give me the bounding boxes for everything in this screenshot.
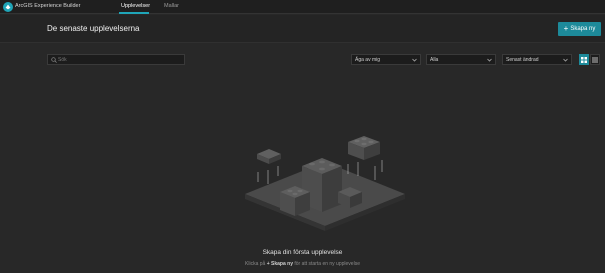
search-input[interactable]: Sök [47,54,185,65]
empty-state-create-link[interactable]: + Skapa ny [267,261,293,267]
type-filter-value: Alla [430,57,439,63]
create-new-label: Skapa ny [570,26,596,32]
active-tab-indicator [119,12,149,14]
list-view-button[interactable] [590,54,600,65]
chevron-down-icon [563,58,568,62]
empty-state-subtitle: Klicka på + Skapa ny för att starta en n… [0,261,605,267]
owner-filter-value: Äga av mig [355,57,381,63]
tab-upplevelser[interactable]: Upplevelser [121,3,150,9]
chevron-down-icon [487,58,492,62]
top-bar: ArcGIS Experience Builder Upplevelser Ma… [0,0,605,14]
type-filter-select[interactable]: Alla [426,54,496,65]
sort-select[interactable]: Senast ändrad [502,54,572,65]
search-placeholder: Sök [58,57,67,63]
list-view-icon [592,57,598,62]
grid-view-button[interactable] [579,54,589,65]
create-new-button[interactable]: + Skapa ny [558,22,601,36]
empty-state-subtitle-after: för att starta en ny upplevelse [294,261,360,267]
page-title: De senaste upplevelserna [47,24,140,33]
plus-icon: + [563,24,569,33]
grid-view-icon [581,56,587,63]
tab-mallar[interactable]: Mallar [164,3,179,9]
owner-filter-select[interactable]: Äga av mig [351,54,421,65]
empty-state-subtitle-before: Klicka på [245,261,266,267]
blocks-illustration [245,136,405,231]
app-title: ArcGIS Experience Builder [15,3,81,9]
chevron-down-icon [412,58,417,62]
search-icon [51,57,57,63]
sort-value: Senast ändrad [506,57,539,63]
empty-state-title: Skapa din första upplevelse [262,249,343,256]
experience-builder-logo-icon[interactable] [3,2,13,12]
